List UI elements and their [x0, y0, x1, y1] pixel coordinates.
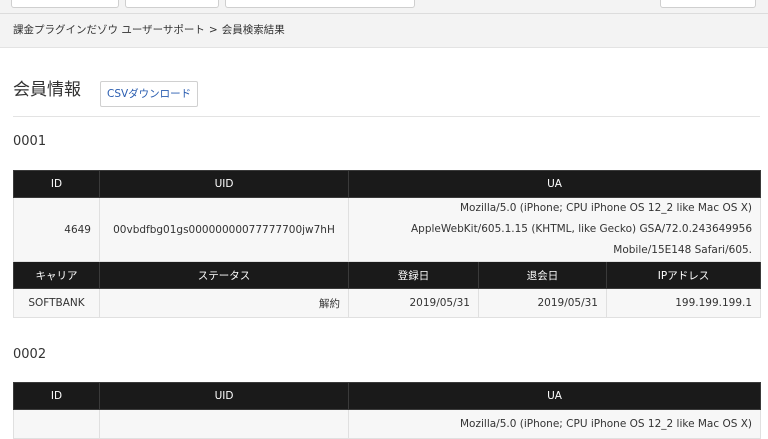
header-registered-date: 登録日	[348, 261, 479, 289]
header-uid: UID	[99, 382, 349, 410]
ua-line: AppleWebKit/605.1.15 (KHTML, like Gecko)…	[410, 223, 753, 235]
breadcrumb-separator: >	[208, 24, 218, 36]
record-number: 0002	[13, 347, 47, 362]
header-id: ID	[13, 170, 100, 198]
toolbar-search-field[interactable]	[225, 0, 415, 8]
toolbar-button[interactable]	[11, 0, 119, 8]
cell-uid	[99, 409, 349, 439]
cell-ua: Mozilla/5.0 (iPhone; CPU iPhone OS 12_2 …	[347, 409, 762, 439]
cell-withdrawn-date: 2019/05/31	[478, 288, 607, 318]
header-ua: UA	[347, 382, 762, 410]
ua-line: Mozilla/5.0 (iPhone; CPU iPhone OS 12_2 …	[460, 202, 753, 214]
cell-carrier: SOFTBANK	[13, 288, 100, 318]
header-ip-address: IPアドレス	[605, 261, 762, 289]
header-ua: UA	[347, 170, 762, 198]
header-status: ステータス	[99, 261, 349, 289]
csv-download-button[interactable]: CSVダウンロード	[100, 81, 199, 107]
toolbar-button[interactable]	[125, 0, 219, 8]
toolbar-button[interactable]	[660, 0, 756, 8]
cell-registered-date: 2019/05/31	[348, 288, 479, 318]
ua-line: Mozilla/5.0 (iPhone; CPU iPhone OS 12_2 …	[460, 417, 753, 430]
cell-ip-address: 199.199.199.1	[605, 288, 762, 318]
ua-line: Mobile/15E148 Safari/605.	[613, 244, 753, 256]
cell-status: 解約	[99, 288, 349, 318]
record-table: ID UID UA Mozilla/5.0 (iPhone; CPU iPhon…	[13, 382, 762, 439]
cell-id: 4649	[13, 197, 100, 262]
cell-id	[13, 409, 100, 439]
breadcrumb-current: 会員検索結果	[221, 24, 285, 36]
page-title: 会員情報	[13, 80, 81, 100]
record-table: ID UID UA 4649 00vbdfbg01gs0000000007777…	[13, 170, 762, 318]
header-withdrawn-date: 退会日	[478, 261, 607, 289]
cell-uid: 00vbdfbg01gs00000000077777700jw7hH	[99, 197, 349, 262]
record-number: 0001	[13, 134, 47, 149]
header-carrier: キャリア	[13, 261, 100, 289]
divider	[13, 116, 760, 117]
breadcrumb-root-link[interactable]: 課金プラグインだゾウ ユーザーサポート	[13, 24, 205, 36]
cell-ua: Mozilla/5.0 (iPhone; CPU iPhone OS 12_2 …	[347, 197, 762, 262]
header-uid: UID	[99, 170, 349, 198]
top-toolbar	[0, 0, 768, 14]
breadcrumb: 課金プラグインだゾウ ユーザーサポート > 会員検索結果	[0, 14, 768, 48]
header-id: ID	[13, 382, 100, 410]
